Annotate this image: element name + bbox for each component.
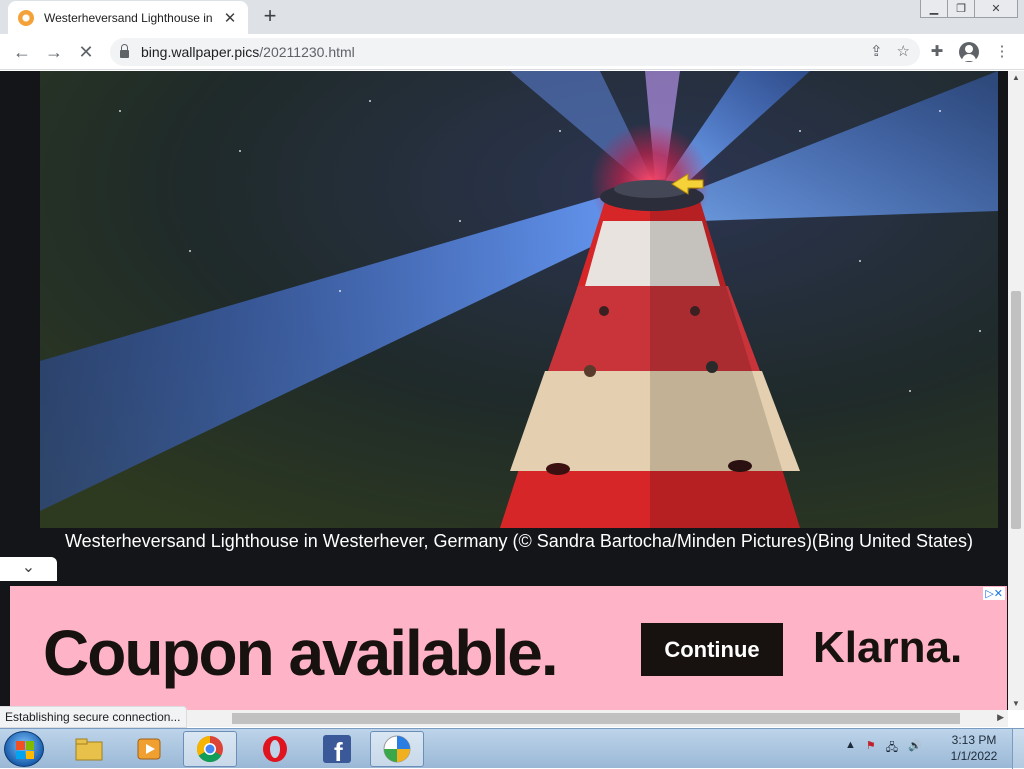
folder-icon <box>75 738 103 761</box>
tab-strip: Westerheversand Lighthouse in W ✕ + ▁ ❐ … <box>0 0 1024 34</box>
scroll-right-arrow-icon[interactable]: ▶ <box>997 712 1004 723</box>
forward-arrow-icon[interactable]: → <box>42 40 66 64</box>
ad-continue-button[interactable]: Continue <box>641 623 783 676</box>
vertical-scrollbar[interactable]: ▲ ▼ <box>1008 71 1024 710</box>
horizontal-scroll-thumb[interactable] <box>232 713 960 724</box>
back-arrow-icon[interactable]: ← <box>10 40 34 64</box>
url-host: bing.wallpaper.pics <box>141 44 260 60</box>
share-icon[interactable]: ⇪ <box>870 42 883 60</box>
taskbar-app[interactable] <box>370 731 424 767</box>
page-viewport: Westerheversand Lighthouse in Westerheve… <box>0 71 1008 710</box>
browser-toolbar: ← → ✕ bing.wallpaper.pics/20211230.html … <box>0 34 1024 70</box>
extensions-puzzle-icon[interactable]: ✚ <box>927 42 947 62</box>
network-icon[interactable]: 🖧 <box>886 739 898 758</box>
start-button[interactable] <box>4 731 44 767</box>
lighthouse-photo-drawing <box>40 71 998 528</box>
opera-icon <box>263 736 287 762</box>
collapse-ad-chevron-icon[interactable]: ⌄ <box>0 557 57 581</box>
system-tray: ▲ ⚑ 🖧 🔊 <box>845 739 922 758</box>
wallpaper-caption: Westerheversand Lighthouse in Westerheve… <box>64 531 974 551</box>
menu-kebab-icon[interactable]: ⋮ <box>992 42 1012 62</box>
ad-headline: Coupon available. <box>43 617 559 689</box>
windows-logo-icon <box>16 741 34 759</box>
url-path: /20211230.html <box>259 44 355 60</box>
chrome-icon <box>196 735 223 763</box>
lighthouse-wallpaper-image <box>40 71 998 528</box>
klarna-ad-banner[interactable]: Coupon available. Continue Klarna. ▷✕ <box>10 586 1007 710</box>
favicon-icon <box>18 9 34 26</box>
minimize-icon[interactable]: ▁ <box>920 0 948 18</box>
lock-icon[interactable] <box>120 44 129 58</box>
facebook-icon: f <box>323 735 351 763</box>
address-bar[interactable]: bing.wallpaper.pics/20211230.html ⇪ ☆ <box>110 38 920 66</box>
volume-icon[interactable]: 🔊 <box>908 739 922 758</box>
show-desktop-button[interactable] <box>1012 729 1024 769</box>
taskbar-facebook[interactable]: f <box>310 731 364 767</box>
stop-loading-icon[interactable]: ✕ <box>74 40 98 64</box>
window-controls: ▁ ❐ ✕ <box>920 0 1018 18</box>
restore-icon[interactable]: ❐ <box>947 0 975 18</box>
close-window-icon[interactable]: ✕ <box>974 0 1018 18</box>
status-bubble: Establishing secure connection... <box>0 706 188 728</box>
media-player-icon <box>137 738 161 760</box>
tab-title: Westerheversand Lighthouse in W <box>44 10 216 25</box>
scroll-up-arrow-icon[interactable]: ▲ <box>1008 73 1024 82</box>
clock-time: 3:13 PM <box>951 733 997 747</box>
new-tab-button[interactable]: + <box>258 5 282 29</box>
svg-text:f: f <box>334 737 343 763</box>
action-center-flag-icon[interactable]: ⚑ <box>866 739 876 758</box>
taskbar-media-player[interactable] <box>122 731 176 767</box>
windows-taskbar: f ▲ ⚑ 🖧 🔊 3:13 PM 1/1/2022 <box>0 728 1024 769</box>
profile-avatar-icon[interactable] <box>959 42 979 62</box>
scroll-down-arrow-icon[interactable]: ▼ <box>1008 699 1024 708</box>
url-text[interactable]: bing.wallpaper.pics/20211230.html <box>141 44 355 60</box>
active-tab[interactable]: Westerheversand Lighthouse in W ✕ <box>8 1 248 34</box>
ad-brand-logo: Klarna. <box>813 623 963 672</box>
close-tab-icon[interactable]: ✕ <box>222 9 238 27</box>
beach-ball-app-icon <box>383 735 411 763</box>
vertical-scroll-thumb[interactable] <box>1011 291 1021 529</box>
adchoices-icon[interactable]: ▷✕ <box>983 587 1005 600</box>
taskbar-file-explorer[interactable] <box>62 731 116 767</box>
taskbar-chrome[interactable] <box>183 731 237 767</box>
taskbar-opera[interactable] <box>248 731 302 767</box>
system-clock[interactable]: 3:13 PM 1/1/2022 <box>940 732 1008 764</box>
show-hidden-icons-icon[interactable]: ▲ <box>845 739 856 758</box>
clock-date: 1/1/2022 <box>950 749 998 763</box>
bookmark-star-icon[interactable]: ☆ <box>897 42 910 60</box>
